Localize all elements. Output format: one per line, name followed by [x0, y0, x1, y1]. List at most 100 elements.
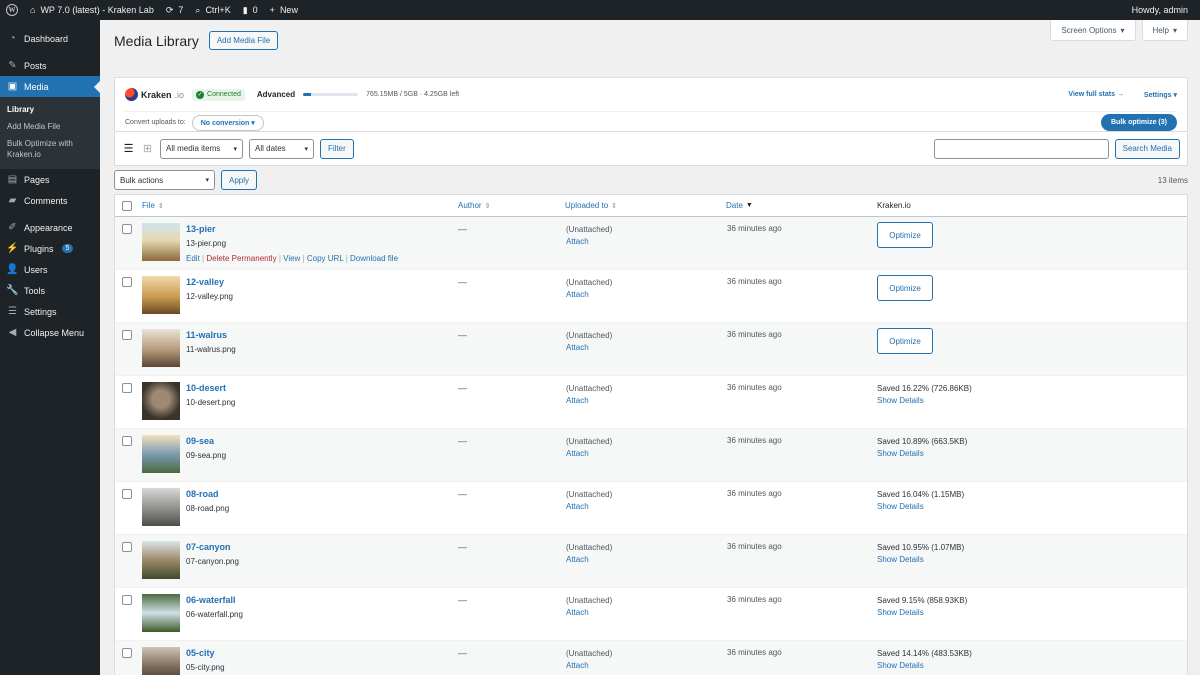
sidebar-item-collapse[interactable]: ◀ Collapse Menu — [0, 322, 100, 343]
media-type-select[interactable]: All media items ▾ — [160, 138, 243, 159]
optimize-button[interactable]: Optimize — [877, 275, 933, 301]
show-details-link[interactable]: Show Details — [877, 448, 967, 460]
filter-button[interactable]: Filter — [320, 138, 354, 159]
updates-menu[interactable]: ⟳ 7 — [160, 0, 190, 20]
sidebar-item-tools[interactable]: 🔧 Tools — [0, 280, 100, 301]
site-name-menu[interactable]: ⌂ WP 7.0 (latest) - Kraken Lab — [24, 0, 160, 20]
row-checkbox[interactable] — [122, 542, 132, 552]
command-search[interactable]: ⌕ Ctrl+K — [189, 0, 236, 20]
convert-uploads-label: Convert uploads to: — [125, 119, 186, 126]
apply-button[interactable]: Apply — [221, 170, 258, 190]
date-filter-select[interactable]: All dates ▾ — [249, 138, 314, 159]
column-author[interactable]: Author ⇕ — [458, 201, 490, 210]
sidebar-item-settings[interactable]: ☰ Settings — [0, 301, 100, 322]
media-thumbnail[interactable] — [142, 647, 180, 675]
sidebar-item-comments[interactable]: ▰ Comments — [0, 190, 100, 211]
edit-link[interactable]: Edit — [186, 254, 200, 263]
media-thumbnail[interactable] — [142, 435, 180, 473]
screen-options-button[interactable]: Screen Options ▾ — [1050, 20, 1136, 41]
admin-sidebar: ◔ Dashboard ✎ Posts ▣ Media Library Add Med… — [0, 20, 100, 675]
select-all-checkbox[interactable] — [122, 201, 132, 211]
media-thumbnail[interactable] — [142, 488, 180, 526]
sidebar-item-appearance[interactable]: ✐ Appearance — [0, 217, 100, 238]
attach-link[interactable]: Attach — [566, 448, 612, 460]
home-icon: ⌂ — [30, 5, 36, 15]
delete-permanently-link[interactable]: Delete Permanently — [206, 254, 276, 263]
view-full-stats-link[interactable]: View full stats → — [1068, 91, 1124, 99]
attach-link[interactable]: Attach — [566, 342, 612, 354]
show-details-link[interactable]: Show Details — [877, 395, 972, 407]
copy-url-link[interactable]: Copy URL — [307, 254, 344, 263]
optimize-button[interactable]: Optimize — [877, 328, 933, 354]
media-title-link[interactable]: 09-sea — [186, 436, 214, 446]
submenu-add-media-file[interactable]: Add Media File — [0, 118, 100, 135]
conversion-select[interactable]: No conversion ▾ — [191, 114, 264, 131]
grid-view-icon[interactable]: ⊞ — [141, 142, 154, 155]
bulk-actions-select[interactable]: Bulk actions ▾ — [114, 170, 215, 190]
attach-link[interactable]: Attach — [566, 289, 612, 301]
media-thumbnail[interactable] — [142, 541, 180, 579]
media-title-link[interactable]: 06-waterfall — [186, 595, 236, 605]
row-checkbox[interactable] — [122, 595, 132, 605]
uploaded-to-cell: (Unattached) Attach — [566, 331, 613, 354]
attach-link[interactable]: Attach — [566, 501, 612, 513]
list-view-icon[interactable]: ☰ — [122, 142, 135, 155]
sidebar-item-media[interactable]: ▣ Media — [0, 76, 100, 97]
sidebar-item-pages[interactable]: ▤ Pages — [0, 169, 100, 190]
sidebar-item-dashboard[interactable]: ◔ Dashboard — [0, 28, 100, 49]
search-input[interactable] — [933, 138, 1109, 159]
connection-status-badge: ✓ Connected — [192, 88, 245, 101]
media-filename: 06-waterfall.png — [186, 610, 243, 619]
column-uploaded-to[interactable]: Uploaded to ⇕ — [565, 201, 617, 210]
media-thumbnail[interactable] — [142, 382, 180, 420]
row-checkbox[interactable] — [122, 648, 132, 658]
attach-link[interactable]: Attach — [566, 607, 612, 619]
media-thumbnail[interactable] — [142, 223, 180, 261]
media-title-link[interactable]: 11-walrus — [186, 330, 227, 340]
sidebar-item-users[interactable]: 👤 Users — [0, 259, 100, 280]
media-thumbnail[interactable] — [142, 594, 180, 632]
download-file-link[interactable]: Download file — [350, 254, 398, 263]
date-cell: 36 minutes ago — [727, 595, 782, 604]
row-checkbox[interactable] — [122, 277, 132, 287]
submenu-bulk-optimize[interactable]: Bulk Optimize with Kraken.io — [0, 135, 100, 163]
show-details-link[interactable]: Show Details — [877, 607, 967, 619]
media-title-link[interactable]: 13-pier — [186, 224, 216, 234]
sort-desc-icon: ▼ — [745, 202, 753, 209]
my-account-menu[interactable]: Howdy, admin — [1126, 0, 1200, 20]
submenu-library[interactable]: Library — [0, 101, 100, 118]
media-thumbnail[interactable] — [142, 329, 180, 367]
row-checkbox[interactable] — [122, 436, 132, 446]
row-checkbox[interactable] — [122, 383, 132, 393]
comments-menu[interactable]: ▮ 0 — [237, 0, 264, 20]
media-title-link[interactable]: 12-valley — [186, 277, 224, 287]
add-media-file-button[interactable]: Add Media File — [208, 31, 279, 50]
row-checkbox[interactable] — [122, 224, 132, 234]
media-title-link[interactable]: 05-city — [186, 648, 215, 658]
new-content-menu[interactable]: + New — [264, 0, 304, 20]
attach-link[interactable]: Attach — [566, 554, 612, 566]
show-details-link[interactable]: Show Details — [877, 554, 964, 566]
show-details-link[interactable]: Show Details — [877, 501, 964, 513]
sidebar-item-posts[interactable]: ✎ Posts — [0, 55, 100, 76]
show-details-link[interactable]: Show Details — [877, 660, 972, 672]
sidebar-item-plugins[interactable]: ⚡ Plugins 5 — [0, 238, 100, 259]
media-title-link[interactable]: 07-canyon — [186, 542, 231, 552]
column-date[interactable]: Date ▼ — [726, 201, 753, 210]
wp-logo-menu[interactable]: W — [0, 0, 24, 20]
bulk-optimize-button[interactable]: Bulk optimize (3) — [1100, 114, 1177, 131]
media-thumbnail[interactable] — [142, 276, 180, 314]
optimize-button[interactable]: Optimize — [877, 222, 933, 248]
row-checkbox[interactable] — [122, 330, 132, 340]
attach-link[interactable]: Attach — [566, 236, 612, 248]
search-media-button[interactable]: Search Media — [1114, 138, 1180, 159]
help-button[interactable]: Help ▾ — [1141, 20, 1188, 41]
media-title-link[interactable]: 10-desert — [186, 383, 226, 393]
attach-link[interactable]: Attach — [566, 395, 612, 407]
row-checkbox[interactable] — [122, 489, 132, 499]
column-file[interactable]: File ⇕ — [142, 201, 164, 210]
media-title-link[interactable]: 08-road — [186, 489, 219, 499]
attach-link[interactable]: Attach — [566, 660, 612, 672]
view-link[interactable]: View — [283, 254, 300, 263]
kraken-settings-link[interactable]: Settings ▾ — [1144, 91, 1177, 99]
